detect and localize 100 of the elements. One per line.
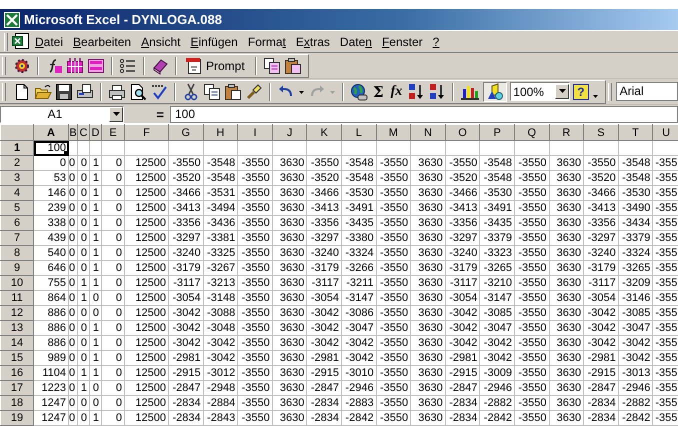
row-header[interactable]: 11 xyxy=(0,290,34,306)
row-header[interactable]: 1 xyxy=(0,140,34,156)
sum-button[interactable]: Σ xyxy=(371,82,386,102)
column-header[interactable]: A xyxy=(34,124,68,140)
table-cell: 1104 xyxy=(42,367,66,379)
font-field[interactable]: Arial xyxy=(616,82,678,101)
globe-icon[interactable] xyxy=(350,82,368,100)
table-cell: 1 xyxy=(92,352,99,364)
paste-icon[interactable] xyxy=(224,82,242,100)
table-cell: 0 xyxy=(80,337,87,349)
copy-icon[interactable] xyxy=(203,82,221,100)
print-preview-icon[interactable] xyxy=(129,82,147,100)
help-button[interactable]: ? xyxy=(573,84,589,100)
print-setup-icon[interactable] xyxy=(76,82,94,100)
table-cell: -3550 xyxy=(242,247,270,259)
row-header[interactable]: 7 xyxy=(0,230,34,246)
row-header[interactable]: 2 xyxy=(0,156,34,170)
column-header[interactable]: I xyxy=(238,124,272,140)
table-cell: 1 xyxy=(92,172,99,184)
row-header[interactable]: 16 xyxy=(0,366,34,380)
row-header[interactable]: 12 xyxy=(0,306,34,320)
table-cell: -3042 xyxy=(310,322,339,334)
menu-item[interactable]: Einfügen xyxy=(185,34,243,48)
equals-sign: = xyxy=(155,106,165,122)
list-icon[interactable] xyxy=(119,56,137,74)
column-header[interactable]: T xyxy=(618,124,653,140)
column-header[interactable]: N xyxy=(410,124,446,140)
menu-item[interactable]: ? xyxy=(428,34,444,48)
column-header[interactable]: L xyxy=(341,124,376,140)
zoom-dropdown[interactable]: 100% xyxy=(510,82,570,101)
row-header[interactable]: 15 xyxy=(0,350,34,366)
new-document-icon[interactable] xyxy=(13,82,31,100)
row-header[interactable]: 8 xyxy=(0,246,34,260)
column-header[interactable]: U xyxy=(652,124,678,140)
row-header[interactable]: 19 xyxy=(0,410,34,426)
table-cell: 0 xyxy=(80,262,87,274)
column-header[interactable]: F xyxy=(124,124,168,140)
column-header[interactable]: K xyxy=(306,124,342,140)
prompt-button[interactable]: Prompt xyxy=(183,56,249,76)
paste-icon[interactable] xyxy=(284,56,302,74)
menu-item[interactable]: Fenster xyxy=(376,34,428,48)
select-all-button[interactable] xyxy=(0,124,34,140)
column-header[interactable]: S xyxy=(584,124,618,140)
table-cell: -3042 xyxy=(622,352,650,364)
table-cell: -3531 xyxy=(207,187,236,199)
open-folder-icon[interactable] xyxy=(34,82,52,100)
grid-icon[interactable] xyxy=(66,56,84,74)
table-cell: 3630 xyxy=(280,157,304,169)
column-header[interactable]: C xyxy=(78,124,90,140)
sort-ascending-icon[interactable] xyxy=(407,82,426,100)
row-header[interactable]: 3 xyxy=(0,170,34,186)
formula-field[interactable]: 100 xyxy=(170,106,678,122)
copy-icon[interactable] xyxy=(262,56,281,74)
row-header[interactable]: 10 xyxy=(0,276,34,290)
menu-item[interactable]: Extras xyxy=(290,34,335,48)
table-cell: 3630 xyxy=(280,172,304,184)
column-header[interactable]: O xyxy=(445,124,480,140)
book-icon[interactable] xyxy=(151,56,169,74)
row-header[interactable]: 9 xyxy=(0,260,34,276)
menu-item[interactable]: Bearbeiten xyxy=(68,34,136,48)
workbook-icon[interactable] xyxy=(12,33,30,50)
table-cell: -3550 xyxy=(518,277,547,289)
row-header[interactable]: 14 xyxy=(0,336,34,350)
column-header[interactable]: Q xyxy=(514,124,550,140)
row-header[interactable]: 5 xyxy=(0,200,34,216)
printer-icon[interactable] xyxy=(108,82,126,100)
column-header[interactable]: P xyxy=(480,124,514,140)
column-header[interactable]: G xyxy=(168,124,204,140)
active-cell[interactable]: 100 xyxy=(34,140,68,156)
table-cell: 1 xyxy=(92,322,99,334)
scissors-icon[interactable] xyxy=(182,82,200,100)
column-header[interactable]: R xyxy=(549,124,584,140)
table-cell: -3413 xyxy=(310,202,339,214)
menu-item[interactable]: Ansicht xyxy=(136,34,186,48)
column-header[interactable]: M xyxy=(376,124,411,140)
table-cell: -3179 xyxy=(172,262,201,274)
paintbrush-icon[interactable] xyxy=(245,82,263,100)
table-cell: 0 xyxy=(70,322,76,334)
table-cell: -3086 xyxy=(345,307,374,319)
menu-item[interactable]: Daten xyxy=(334,34,377,48)
table-icon[interactable] xyxy=(87,56,105,74)
column-header[interactable]: J xyxy=(272,124,307,140)
table-cell: -3548 xyxy=(484,172,512,184)
menu-item[interactable]: Format xyxy=(242,34,291,48)
column-header[interactable]: D xyxy=(90,124,102,140)
column-header[interactable]: H xyxy=(203,124,238,140)
gear-icon[interactable] xyxy=(13,56,31,74)
row-header[interactable]: 13 xyxy=(0,320,34,336)
menu-item[interactable]: Datei xyxy=(30,34,68,48)
row-header[interactable]: 6 xyxy=(0,216,34,230)
row-header[interactable]: 17 xyxy=(0,380,34,396)
row-header[interactable]: 18 xyxy=(0,396,34,410)
spell-check-icon[interactable] xyxy=(150,82,168,100)
function-button[interactable]: fx xyxy=(388,82,404,102)
column-header[interactable]: E xyxy=(102,124,124,140)
row-header[interactable]: 4 xyxy=(0,186,34,200)
table-cell: 3630 xyxy=(280,277,304,289)
name-box[interactable]: A1 xyxy=(0,106,124,122)
drawing-button[interactable] xyxy=(483,82,508,102)
sort-descending-icon[interactable] xyxy=(428,82,446,100)
